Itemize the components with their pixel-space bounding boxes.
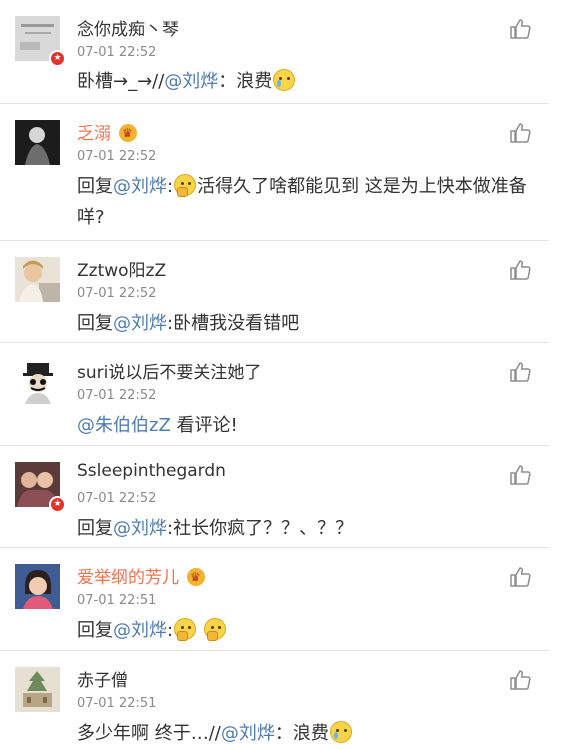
avatar[interactable] <box>15 564 60 609</box>
avatar-image <box>15 359 60 404</box>
comment-text-part: :社长你疯了？？、？？ <box>167 518 354 539</box>
vip-crown-icon <box>119 124 137 142</box>
comment-text: 回复@刘烨:社长你疯了？？、？？ <box>77 513 537 544</box>
timestamp: 07-01 22:52 <box>77 149 157 164</box>
avatar-image <box>15 257 60 302</box>
comment-text: 多少年啊 终于…//@刘烨：浪费 <box>77 718 537 749</box>
comment-text: @朱伯伯zZ 看评论! <box>77 410 537 441</box>
comment-text-part: 卧槽→_→// <box>77 71 165 92</box>
mention-link[interactable]: @刘烨 <box>164 71 218 92</box>
mention-link[interactable]: @刘烨 <box>113 620 167 641</box>
timestamp: 07-01 22:52 <box>77 286 157 301</box>
like-thumb-icon[interactable] <box>509 464 531 486</box>
username-text: 乏溺 <box>77 124 111 144</box>
timestamp: 07-01 22:51 <box>77 696 157 711</box>
thinking-emoji-icon <box>203 618 226 641</box>
username[interactable]: Zztwo阳zZ <box>77 256 166 281</box>
username[interactable]: 赤子僧 <box>77 666 128 691</box>
mention-link[interactable]: @刘烨 <box>113 313 167 334</box>
avatar-image <box>15 120 60 165</box>
comment-text-part: 看评论! <box>170 415 238 436</box>
verified-badge-icon: ★ <box>49 496 66 513</box>
comment-text-part: 回复 <box>77 313 113 334</box>
crying-emoji-icon <box>273 69 296 91</box>
timestamp: 07-01 22:52 <box>77 45 157 60</box>
avatar[interactable] <box>15 120 60 165</box>
mention-link[interactable]: @刘烨 <box>113 518 167 539</box>
like-thumb-icon[interactable] <box>509 361 531 383</box>
vip-crown-icon <box>187 568 205 586</box>
thinking-emoji-icon <box>174 174 197 197</box>
comment-item: 赤子僧 07-01 22:51 多少年啊 终于…//@刘烨：浪费 <box>0 651 549 744</box>
comment-item: 乏溺 07-01 22:52 回复@刘烨:活得久了啥都能见到 这是为上快本做准备… <box>0 104 549 241</box>
comment-text-part: : <box>167 176 174 197</box>
username-text: 爱举纲的芳儿 <box>77 568 179 588</box>
avatar[interactable]: ★ <box>15 16 66 67</box>
comment-text-part: 回复 <box>77 620 113 641</box>
mention-link[interactable]: @刘烨 <box>113 176 167 197</box>
avatar[interactable]: ★ <box>15 462 66 513</box>
username[interactable]: 乏溺 <box>77 119 137 144</box>
username[interactable]: 爱举纲的芳儿 <box>77 563 205 588</box>
avatar-image <box>15 564 60 609</box>
avatar[interactable] <box>15 667 60 712</box>
comment-item: ★ 念你成痴丶琴 07-01 22:52 卧槽→_→//@刘烨：浪费 <box>0 0 549 104</box>
timestamp: 07-01 22:52 <box>77 388 157 403</box>
username[interactable]: Ssleepinthegardn <box>77 461 226 481</box>
timestamp: 07-01 22:51 <box>77 593 157 608</box>
avatar[interactable] <box>15 359 60 404</box>
comment-item: Zztwo阳zZ 07-01 22:52 回复@刘烨:卧槽我没看错吧 <box>0 241 549 343</box>
avatar-image <box>15 667 60 712</box>
comment-item: 爱举纲的芳儿 07-01 22:51 回复@刘烨: <box>0 548 549 651</box>
comment-text: 回复@刘烨: 活得久了啥都能见到 这是为上快本做准备咩? <box>77 171 537 233</box>
comment-text-part: ：浪费 <box>218 71 273 92</box>
comment-text-part: 回复 <box>77 176 113 197</box>
comment-text: 卧槽→_→//@刘烨：浪费 <box>77 66 537 97</box>
comment-list: ★ 念你成痴丶琴 07-01 22:52 卧槽→_→//@刘烨：浪费 乏溺 07… <box>0 0 549 744</box>
mention-link[interactable]: @朱伯伯zZ <box>77 415 171 436</box>
crying-emoji-icon <box>329 721 352 743</box>
like-thumb-icon[interactable] <box>509 669 531 691</box>
verified-badge-icon: ★ <box>49 50 66 67</box>
username[interactable]: 念你成痴丶琴 <box>77 15 179 40</box>
comment-text-part: 回复 <box>77 518 113 539</box>
like-thumb-icon[interactable] <box>509 18 531 40</box>
comment-text: 回复@刘烨:卧槽我没看错吧 <box>77 308 537 339</box>
avatar[interactable] <box>15 257 60 302</box>
like-thumb-icon[interactable] <box>509 566 531 588</box>
timestamp: 07-01 22:52 <box>77 491 157 506</box>
comment-text-part: : <box>167 620 174 641</box>
comment-item: ★ Ssleepinthegardn 07-01 22:52 回复@刘烨:社长你… <box>0 446 549 548</box>
like-thumb-icon[interactable] <box>509 122 531 144</box>
comment-item: suri说以后不要关注她了 07-01 22:52 @朱伯伯zZ 看评论! <box>0 343 549 446</box>
username[interactable]: suri说以后不要关注她了 <box>77 358 261 383</box>
thinking-emoji-icon <box>174 618 197 641</box>
comment-text-part: :卧槽我没看错吧 <box>167 313 300 334</box>
like-thumb-icon[interactable] <box>509 259 531 281</box>
comment-text: 回复@刘烨: <box>77 615 537 646</box>
